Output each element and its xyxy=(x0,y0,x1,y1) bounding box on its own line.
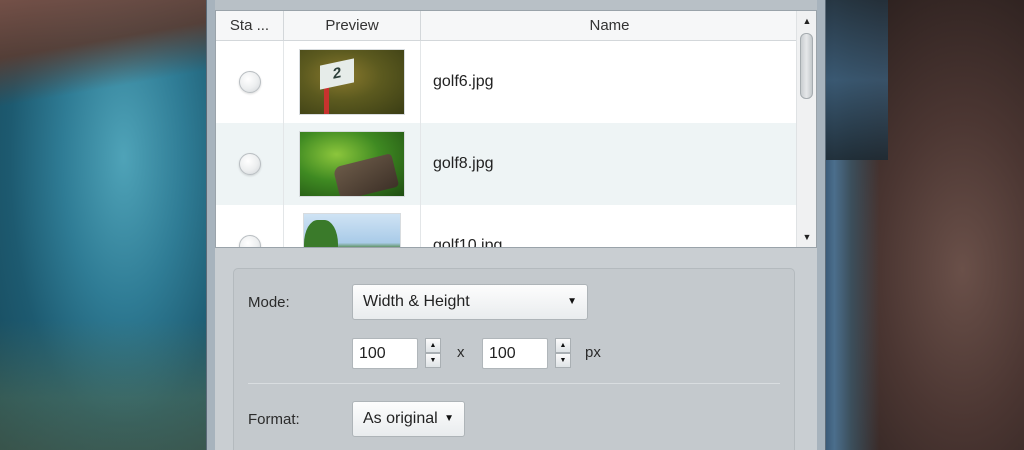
file-list-header: Sta ... Preview Name xyxy=(216,11,798,41)
scroll-down-icon[interactable]: ▼ xyxy=(797,229,816,245)
width-stepper[interactable]: ▲ ▼ xyxy=(425,338,441,368)
decrement-icon[interactable]: ▼ xyxy=(425,353,441,368)
mode-dropdown[interactable]: Width & Height ▼ xyxy=(352,284,588,320)
preview-cell xyxy=(284,123,421,205)
preview-cell xyxy=(284,205,421,247)
chevron-down-icon: ▼ xyxy=(444,413,454,424)
column-header-status[interactable]: Sta ... xyxy=(216,11,284,41)
flag-shape: 2 xyxy=(320,58,354,90)
desktop-wallpaper-right xyxy=(818,0,1024,450)
increment-icon[interactable]: ▲ xyxy=(425,338,441,353)
tree-stump-thumbnail xyxy=(299,131,405,197)
format-dropdown[interactable]: As original ▼ xyxy=(352,401,465,437)
format-label: Format: xyxy=(248,411,300,428)
vertical-scrollbar[interactable]: ▲ ▼ xyxy=(796,11,816,247)
resize-options-panel: Mode: Width & Height ▼ 100 ▲ ▼ x 100 ▲ ▼… xyxy=(233,268,795,450)
tree-shape xyxy=(304,220,338,247)
status-radio[interactable] xyxy=(238,153,261,175)
decrement-icon[interactable]: ▼ xyxy=(555,353,571,368)
status-radio[interactable] xyxy=(238,71,261,93)
width-input[interactable]: 100 xyxy=(352,338,418,369)
height-input[interactable]: 100 xyxy=(482,338,548,369)
height-stepper[interactable]: ▲ ▼ xyxy=(555,338,571,368)
increment-icon[interactable]: ▲ xyxy=(555,338,571,353)
file-row[interactable]: 2 golf6.jpg xyxy=(216,41,798,123)
trees-sky-thumbnail xyxy=(303,213,401,247)
column-header-name[interactable]: Name xyxy=(421,11,798,41)
file-list[interactable]: Sta ... Preview Name 2 golf6.jpg golf8.j… xyxy=(215,10,817,248)
file-name: golf8.jpg xyxy=(433,155,494,172)
unit-label: px xyxy=(585,344,601,361)
times-sign: x xyxy=(457,344,465,361)
file-name: golf6.jpg xyxy=(433,73,494,90)
file-row[interactable]: golf8.jpg xyxy=(216,123,798,205)
mode-dropdown-value: Width & Height xyxy=(363,293,470,310)
file-name: golf10.jpg xyxy=(433,237,503,248)
column-header-preview[interactable]: Preview xyxy=(284,11,421,41)
file-list-rows: 2 golf6.jpg golf8.jpg golf10.jpg xyxy=(216,41,798,248)
options-divider xyxy=(248,383,780,384)
app-window: Sta ... Preview Name 2 golf6.jpg golf8.j… xyxy=(206,0,826,450)
file-row[interactable]: golf10.jpg xyxy=(216,205,798,248)
format-dropdown-value: As original xyxy=(363,410,438,427)
status-cell xyxy=(216,41,284,123)
chevron-down-icon: ▼ xyxy=(567,296,577,307)
status-cell xyxy=(216,123,284,205)
window-top-edge xyxy=(215,0,817,10)
scrollbar-thumb[interactable] xyxy=(800,33,813,99)
preview-cell: 2 xyxy=(284,41,421,123)
window-content: Sta ... Preview Name 2 golf6.jpg golf8.j… xyxy=(215,0,817,450)
scroll-up-icon[interactable]: ▲ xyxy=(797,13,816,29)
desktop-wallpaper-left xyxy=(0,0,206,450)
log-shape xyxy=(332,153,400,196)
golf-flag-thumbnail: 2 xyxy=(299,49,405,115)
mode-label: Mode: xyxy=(248,294,290,311)
status-cell xyxy=(216,205,284,247)
status-radio[interactable] xyxy=(238,235,261,247)
